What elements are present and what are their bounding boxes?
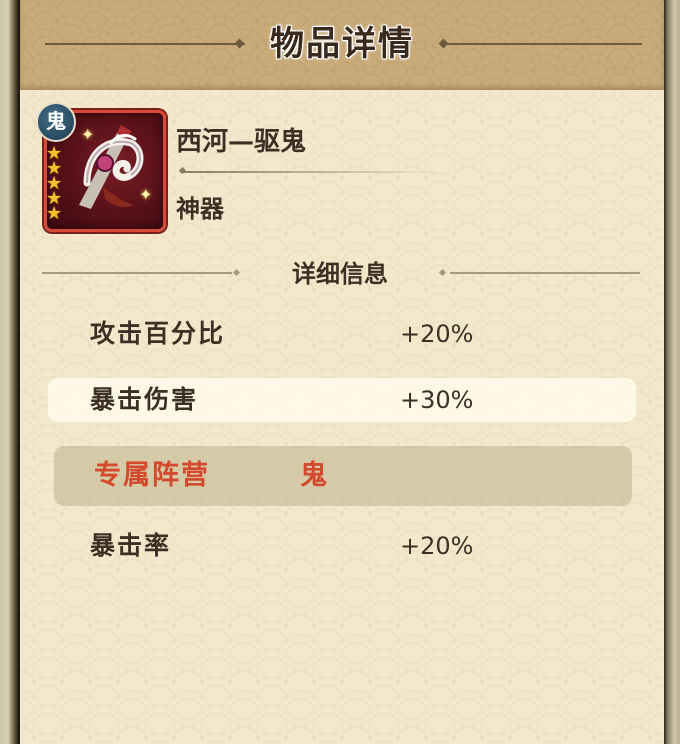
section-divider-left: [42, 272, 232, 274]
sparkle-icon: ✦: [81, 125, 95, 144]
stat-row: 暴击伤害 +30%: [48, 378, 636, 422]
exclusive-faction-value: 鬼: [300, 460, 327, 491]
stat-row: 暴击率 +20%: [48, 524, 636, 568]
dialog-title: 物品详情: [270, 24, 414, 64]
item-name: 西河—驱鬼: [176, 127, 307, 157]
section-title: 详细信息: [292, 259, 388, 288]
stat-value: +20%: [400, 532, 474, 560]
stat-row: 攻击百分比 +20%: [48, 312, 636, 356]
star-icon: ★: [46, 203, 63, 224]
stat-value: +20%: [400, 320, 474, 348]
frame-right-edge: [664, 0, 680, 744]
exclusive-faction-label: 专属阵营: [94, 460, 210, 491]
stat-label: 攻击百分比: [90, 319, 226, 348]
faction-badge: 鬼: [36, 102, 76, 142]
sparkle-icon: ✦: [139, 185, 153, 204]
exclusive-faction-bar: 专属阵营 鬼: [54, 446, 632, 506]
item-type: 神器: [176, 194, 224, 223]
item-detail-panel: 物品详情 ✦ ✦ 鬼 ★ ★ ★ ★ ★ 西河—驱鬼 神器 详细信息 攻击百分比…: [20, 0, 664, 744]
frame-left-edge: [0, 0, 18, 744]
dialog-header: 物品详情: [20, 0, 664, 90]
header-divider-right: [442, 43, 642, 45]
stat-value: +30%: [400, 386, 474, 414]
stat-label: 暴击率: [90, 531, 172, 560]
name-divider: [180, 171, 444, 173]
stat-label: 暴击伤害: [90, 385, 199, 414]
section-diamond-left: [232, 268, 241, 277]
dialog-frame: 物品详情 ✦ ✦ 鬼 ★ ★ ★ ★ ★ 西河—驱鬼 神器 详细信息 攻击百分比…: [0, 0, 680, 744]
star-rating: ★ ★ ★ ★ ★: [46, 145, 72, 224]
header-divider-left: [45, 43, 245, 45]
section-diamond-right: [438, 268, 447, 277]
section-divider-right: [450, 272, 640, 274]
